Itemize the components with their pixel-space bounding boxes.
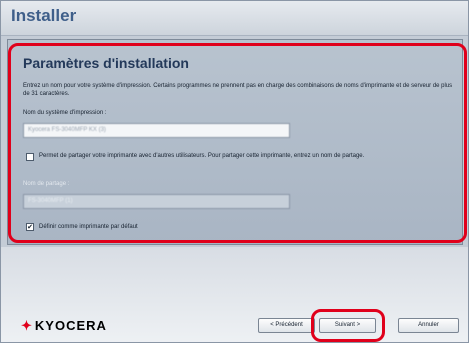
cancel-button[interactable]: Annuler xyxy=(398,318,459,333)
settings-highlight xyxy=(8,43,467,243)
window-title: Installer xyxy=(11,6,77,25)
title-bar: Installer xyxy=(1,1,468,36)
previous-button[interactable]: < Précédent xyxy=(258,318,315,333)
installer-window: Installer Paramètres d'installation Entr… xyxy=(0,0,469,343)
next-button-highlight xyxy=(311,309,385,342)
kyocera-logo: ✦ KYOCERA xyxy=(21,318,107,334)
kyocera-mark-icon: ✦ xyxy=(21,318,33,333)
brand-name: KYOCERA xyxy=(34,318,107,333)
